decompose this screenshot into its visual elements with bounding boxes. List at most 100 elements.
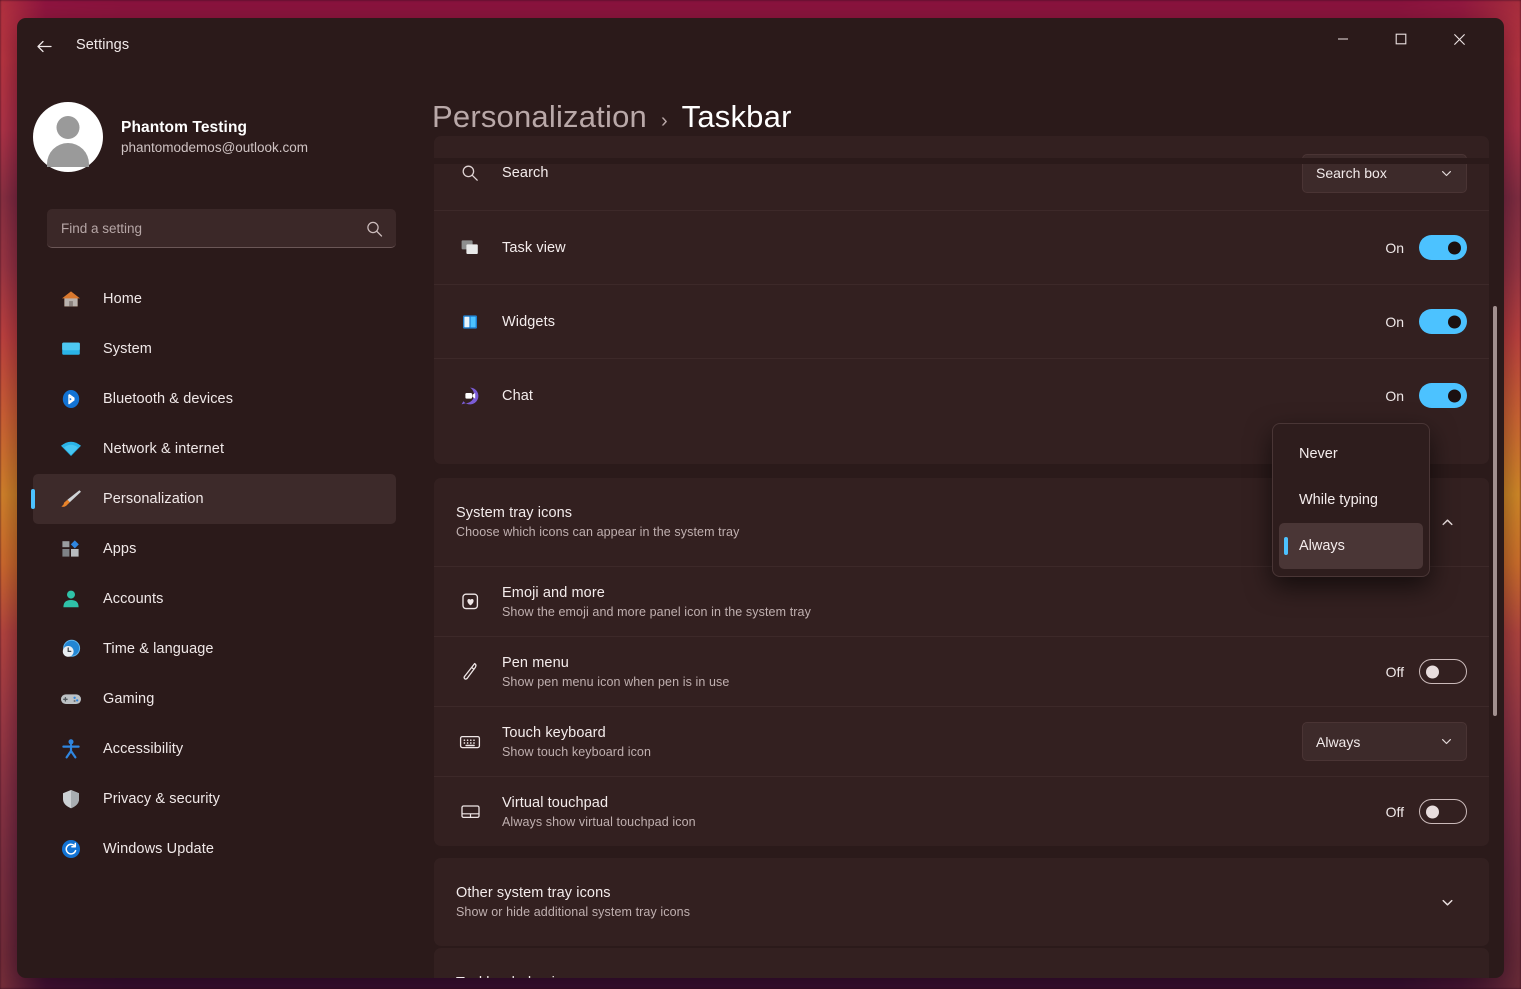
widgets-toggle[interactable] [1419, 309, 1467, 334]
sidebar-item-windows-update[interactable]: Windows Update [33, 824, 396, 874]
bluetooth-icon [59, 387, 83, 411]
sidebar-item-home[interactable]: Home [33, 274, 396, 324]
breadcrumb-parent[interactable]: Personalization [432, 99, 647, 135]
touch-keyboard-combobox[interactable]: Always [1302, 722, 1467, 761]
minimize-icon [1338, 38, 1348, 40]
close-button[interactable] [1436, 18, 1482, 60]
gamepad-icon [59, 687, 83, 711]
sidebar-item-apps[interactable]: Apps [33, 524, 396, 574]
toggle-state-label: Off [1385, 663, 1404, 680]
emoji-heart-icon [456, 588, 484, 616]
taskbar-behaviors-header[interactable]: Taskbar behaviors Taskbar alignment, bad… [434, 948, 1489, 978]
row-chat[interactable]: Chat On [434, 358, 1489, 432]
sidebar-item-accounts[interactable]: Accounts [33, 574, 396, 624]
avatar [33, 102, 103, 172]
dropdown-option-label: Always [1299, 538, 1345, 554]
system-monitor-icon [59, 337, 83, 361]
row-pen-menu[interactable]: Pen menu Show pen menu icon when pen is … [434, 636, 1489, 706]
maximize-button[interactable] [1378, 18, 1424, 60]
page-title: Taskbar [681, 99, 792, 134]
other-tray-header[interactable]: Other system tray icons Show or hide add… [434, 858, 1489, 946]
virtual-touchpad-toggle[interactable] [1419, 799, 1467, 824]
row-widgets[interactable]: Widgets On [434, 284, 1489, 358]
paintbrush-icon [59, 487, 83, 511]
chevron-up-icon [1441, 518, 1453, 525]
section-title: Other system tray icons [456, 885, 611, 901]
sidebar-item-gaming[interactable]: Gaming [33, 674, 396, 724]
accessibility-person-icon [59, 737, 83, 761]
task-view-icon [456, 234, 484, 262]
widgets-icon [456, 308, 484, 336]
touch-keyboard-icon [456, 728, 484, 756]
chevron-down-icon [1442, 739, 1451, 745]
home-icon [59, 287, 83, 311]
clock-globe-icon [59, 637, 83, 661]
row-title: Widgets [502, 313, 556, 330]
sidebar-item-label: Apps [103, 541, 137, 557]
row-touch-keyboard[interactable]: Touch keyboard Show touch keyboard icon … [434, 706, 1489, 776]
toggle-state-label: Off [1385, 803, 1404, 820]
row-subtitle: Show pen menu icon when pen is in use [502, 674, 730, 689]
minimize-button[interactable] [1320, 18, 1366, 60]
account-header[interactable]: Phantom Testing phantomodemos@outlook.co… [33, 102, 412, 172]
sidebar-item-network[interactable]: Network & internet [33, 424, 396, 474]
sidebar-item-label: Gaming [103, 691, 155, 707]
vertical-scrollbar[interactable] [1493, 306, 1497, 716]
sidebar-item-time-language[interactable]: Time & language [33, 624, 396, 674]
dropdown-option-label: Never [1299, 446, 1338, 462]
back-button[interactable] [22, 28, 66, 64]
sidebar-item-label: Accounts [103, 591, 164, 607]
sidebar-item-label: Network & internet [103, 441, 225, 457]
section-subtitle: Show or hide additional system tray icon… [456, 905, 691, 919]
sidebar: Phantom Testing phantomodemos@outlook.co… [17, 74, 412, 978]
task-view-toggle[interactable] [1419, 235, 1467, 260]
sidebar-item-label: Windows Update [103, 841, 215, 857]
row-title: Search [502, 165, 549, 181]
row-subtitle: Show the emoji and more panel icon in th… [502, 604, 811, 619]
search-box[interactable] [47, 209, 396, 248]
taskbar-behaviors-card[interactable]: Taskbar behaviors Taskbar alignment, bad… [434, 948, 1489, 978]
row-search[interactable]: Search Search box [434, 136, 1489, 210]
breadcrumb: Personalization › Taskbar [432, 99, 792, 135]
other-system-tray-icons-card[interactable]: Other system tray icons Show or hide add… [434, 858, 1489, 946]
sidebar-item-label: Privacy & security [103, 791, 221, 807]
apps-icon [59, 537, 83, 561]
account-name: Phantom Testing [121, 119, 248, 136]
maximize-icon [1395, 33, 1407, 45]
sidebar-item-bluetooth[interactable]: Bluetooth & devices [33, 374, 396, 424]
chat-toggle[interactable] [1419, 383, 1467, 408]
sidebar-item-personalization[interactable]: Personalization [33, 474, 396, 524]
combobox-value: Search box [1316, 165, 1387, 181]
row-virtual-touchpad[interactable]: Virtual touchpad Always show virtual tou… [434, 776, 1489, 846]
sidebar-item-accessibility[interactable]: Accessibility [33, 724, 396, 774]
chevron-down-icon [1442, 170, 1451, 176]
sidebar-item-label: Personalization [103, 491, 204, 507]
row-task-view[interactable]: Task view On [434, 210, 1489, 284]
sidebar-item-privacy-security[interactable]: Privacy & security [33, 774, 396, 824]
row-title: Chat [502, 387, 534, 404]
other-tray-expand-button[interactable] [1427, 882, 1467, 922]
sidebar-item-system[interactable]: System [33, 324, 396, 374]
sidebar-item-label: Time & language [103, 641, 214, 657]
chevron-down-icon [1441, 899, 1453, 906]
row-title: Pen menu [502, 654, 569, 671]
update-refresh-icon [59, 837, 83, 861]
dropdown-option-never[interactable]: Never [1279, 431, 1423, 477]
taskbar-behaviors-expand-button[interactable] [1427, 972, 1467, 978]
row-title: Virtual touchpad [502, 794, 609, 811]
sidebar-item-label: Accessibility [103, 741, 184, 757]
combobox-value: Always [1316, 733, 1361, 750]
toggle-state-label: On [1385, 387, 1404, 404]
window-title: Settings [76, 37, 130, 53]
pen-menu-toggle[interactable] [1419, 659, 1467, 684]
row-subtitle: Always show virtual touchpad icon [502, 814, 696, 829]
dropdown-option-always[interactable]: Always [1279, 523, 1423, 569]
back-arrow-icon [36, 40, 52, 52]
taskbar-items-card: Search Search box Task view On Widgets O… [434, 136, 1489, 464]
system-tray-expand-button[interactable] [1427, 502, 1467, 542]
search-input[interactable] [47, 209, 396, 248]
close-icon [1453, 33, 1465, 45]
dropdown-option-while-typing[interactable]: While typing [1279, 477, 1423, 523]
shield-icon [59, 787, 83, 811]
emoji-mode-dropdown-flyout[interactable]: Never While typing Always [1272, 423, 1430, 577]
